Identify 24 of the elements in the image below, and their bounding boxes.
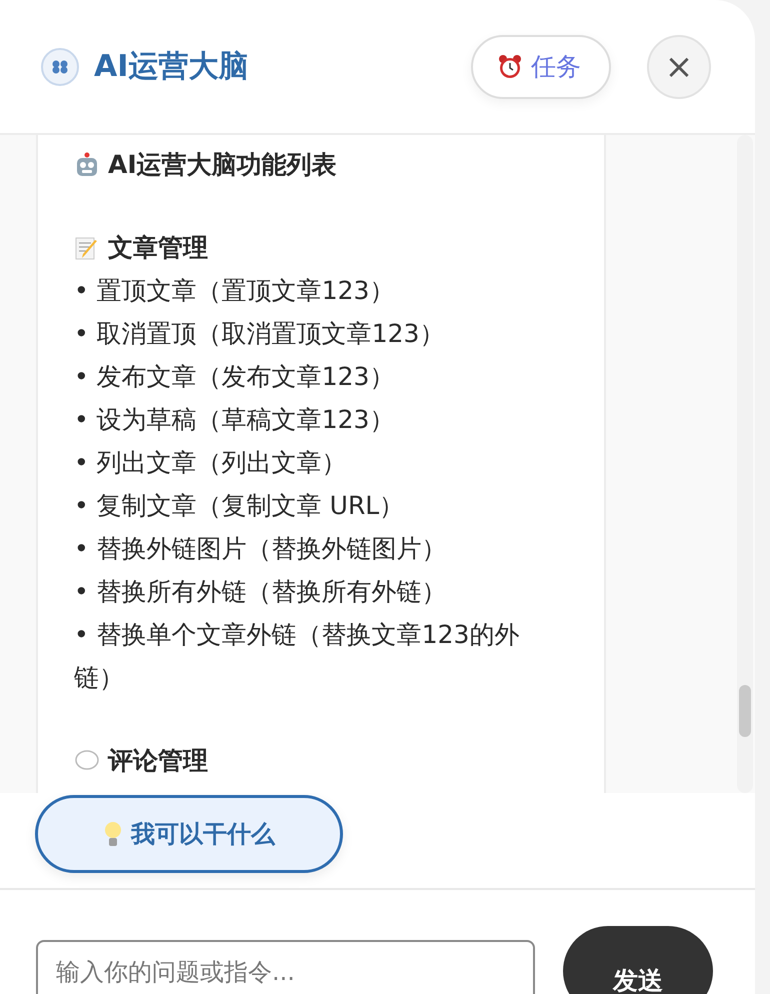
feature-item: • 设为草稿（草稿文章123） [74, 404, 396, 436]
robot-icon [74, 152, 100, 178]
feature-item: • 替换所有外链（替换所有外链） [74, 576, 448, 608]
section-heading: 评论管理 [108, 745, 208, 777]
feature-item: • 置顶文章（置顶文章123） [74, 275, 396, 307]
app-title: AI运营大脑 [94, 48, 250, 86]
alarm-clock-icon [497, 54, 523, 80]
suggestion-button[interactable]: 我可以干什么 [35, 795, 343, 873]
feature-item: • 复制文章（复制文章 URL） [74, 490, 406, 522]
message-title: AI运营大脑功能列表 [108, 149, 337, 181]
close-button[interactable]: × [647, 34, 711, 98]
memo-pencil-icon [74, 234, 100, 260]
feature-item: • 取消置顶（取消置顶文章123） [74, 318, 446, 350]
message-input[interactable]: 输入你的问题或指令... [36, 940, 535, 994]
scrollbar[interactable] [737, 135, 753, 793]
feature-item: • 替换单个文章外链（替换文章123的外链） [74, 619, 520, 694]
feature-item: • 替换外链图片（替换外链图片） [74, 533, 448, 565]
feature-item: • 列出文章（列出文章） [74, 447, 348, 479]
section-heading: 文章管理 [108, 232, 208, 264]
feature-item: • 发布文章（发布文章123） [74, 361, 396, 393]
task-button[interactable]: 任务 [471, 34, 611, 98]
send-button[interactable]: 发送 [563, 926, 713, 994]
light-bulb-icon [103, 820, 123, 848]
scrollbar-thumb[interactable] [739, 685, 751, 737]
